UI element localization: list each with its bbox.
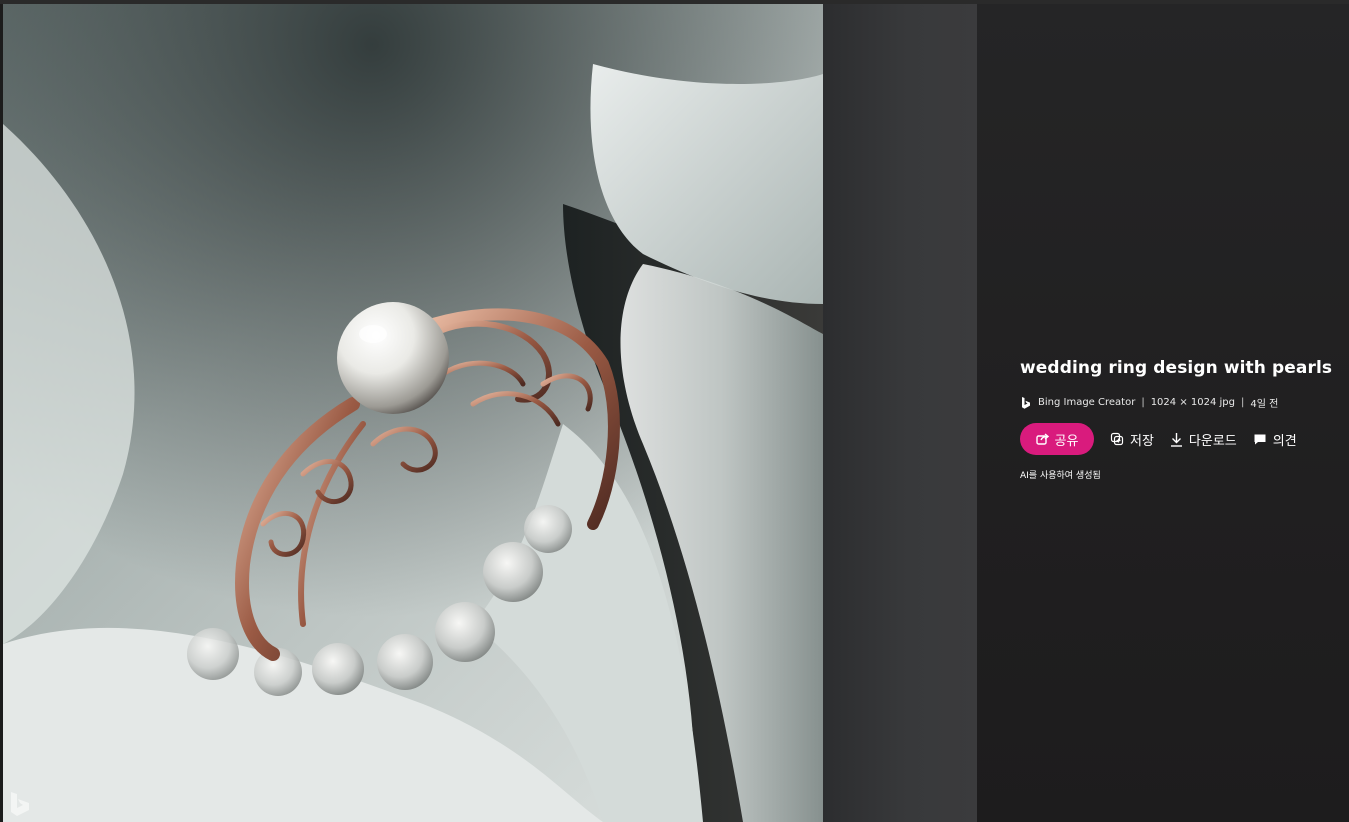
meta-separator: | — [1240, 397, 1245, 408]
share-label: 공유 — [1054, 433, 1079, 449]
save-icon — [1110, 432, 1124, 446]
meta-separator: | — [1141, 397, 1145, 408]
share-button[interactable]: 공유 — [1020, 423, 1094, 455]
image-title: wedding ring design with pearls — [1020, 358, 1333, 378]
ai-generated-note: AI를 사용하여 생성됨 — [1020, 471, 1101, 481]
download-icon — [1170, 432, 1183, 447]
feedback-button[interactable]: 의견 — [1253, 430, 1297, 449]
save-label: 저장 — [1130, 433, 1154, 449]
generated-image[interactable] — [3, 4, 823, 822]
image-side-gutter — [823, 4, 977, 822]
action-bar: 공유 저장 다운로드 의견 — [1020, 423, 1297, 455]
download-label: 다운로드 — [1188, 433, 1237, 449]
main-pearl — [337, 302, 449, 414]
age-label: 4일 전 — [1250, 399, 1279, 410]
feedback-label: 의견 — [1272, 433, 1297, 449]
ring-photo — [3, 4, 823, 822]
details-panel: wedding ring design with pearls Bing Ima… — [977, 4, 1349, 822]
image-viewer: wedding ring design with pearls Bing Ima… — [0, 0, 1349, 822]
download-button[interactable]: 다운로드 — [1170, 430, 1237, 449]
share-icon — [1035, 433, 1049, 445]
source-label: Bing Image Creator — [1038, 397, 1136, 408]
dimensions-label: 1024 × 1024 jpg — [1150, 397, 1235, 408]
save-button[interactable]: 저장 — [1110, 430, 1154, 449]
comment-icon — [1253, 433, 1267, 446]
image-meta: Bing Image Creator | 1024 × 1024 jpg | 4… — [1020, 395, 1278, 410]
bing-icon — [1020, 396, 1032, 409]
